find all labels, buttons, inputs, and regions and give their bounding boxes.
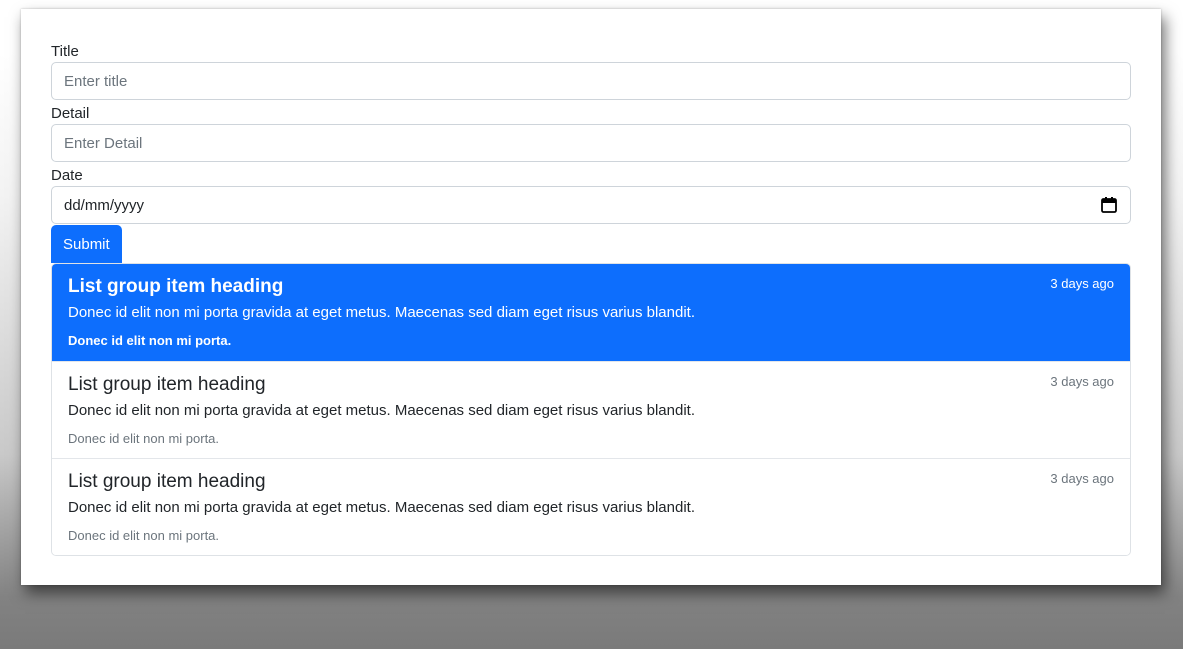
date-input[interactable]: dd/mm/yyyy	[51, 186, 1131, 224]
item-small-text: Donec id elit non mi porta.	[68, 333, 232, 348]
list-item[interactable]: List group item heading 3 days ago Donec…	[52, 361, 1130, 458]
detail-placeholder: Enter Detail	[64, 134, 143, 152]
main-content: Title Enter title Detail Enter Detail Da…	[51, 42, 1131, 556]
detail-label: Detail	[51, 105, 90, 122]
item-small-text: Donec id elit non mi porta.	[68, 528, 220, 543]
list-item[interactable]: List group item heading 3 days ago Donec…	[52, 458, 1130, 555]
item-time: 3 days ago	[1050, 276, 1114, 291]
title-input[interactable]: Enter title	[51, 62, 1131, 100]
detail-input[interactable]: Enter Detail	[51, 124, 1131, 162]
item-heading: List group item heading	[68, 276, 284, 297]
title-label: Title	[51, 43, 79, 60]
date-label: Date	[51, 167, 83, 184]
item-small-text: Donec id elit non mi porta.	[68, 431, 220, 446]
title-placeholder: Enter title	[64, 72, 128, 90]
item-text: Donec id elit non mi porta gravida at eg…	[68, 304, 695, 321]
submit-button[interactable]: Submit	[51, 225, 122, 263]
item-time: 3 days ago	[1050, 471, 1114, 486]
list-item[interactable]: List group item heading 3 days ago Donec…	[52, 264, 1130, 361]
app-window: Title Enter title Detail Enter Detail Da…	[21, 9, 1161, 585]
item-time: 3 days ago	[1050, 374, 1114, 389]
date-value: dd/mm/yyyy	[64, 196, 145, 214]
item-text: Donec id elit non mi porta gravida at eg…	[68, 402, 695, 419]
item-text: Donec id elit non mi porta gravida at eg…	[68, 499, 695, 516]
item-heading: List group item heading	[68, 374, 266, 395]
entry-form: Title Enter title Detail Enter Detail Da…	[51, 42, 1131, 263]
calendar-icon[interactable]	[1100, 196, 1118, 214]
list-group: List group item heading 3 days ago Donec…	[51, 263, 1131, 556]
item-heading: List group item heading	[68, 471, 266, 492]
